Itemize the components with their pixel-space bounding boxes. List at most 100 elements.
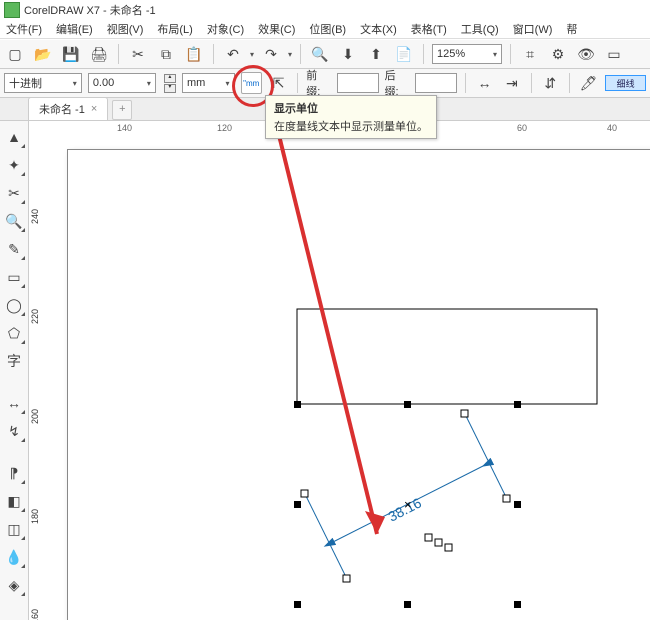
dimension-node[interactable] [461, 410, 468, 417]
dimension-ext1 [305, 494, 347, 579]
text-tool[interactable]: 字 [4, 351, 24, 371]
text-position-button[interactable]: ↔ [474, 72, 495, 94]
selection-handle[interactable] [404, 401, 411, 408]
canvas-area: 140120100806040 240220200180160 [29, 121, 650, 620]
publish-button[interactable]: 📄 [393, 43, 415, 65]
freehand-tool[interactable]: ✎ [4, 239, 24, 259]
snap-button[interactable]: ⌗ [519, 43, 541, 65]
add-tab-button[interactable]: + [112, 100, 132, 120]
polygon-tool[interactable]: ⬠ [4, 323, 24, 343]
tab-label: 未命名 -1 [39, 101, 85, 117]
menu-text[interactable]: 文本(X) [360, 21, 397, 37]
precision-combo[interactable]: 0.00▾ [88, 73, 156, 93]
undo-dropdown[interactable]: ▾ [250, 50, 254, 59]
dimension-node[interactable] [301, 490, 308, 497]
options-button[interactable]: ⚙ [547, 43, 569, 65]
publish-icon: 📄 [395, 46, 412, 63]
outline-tool[interactable]: ◫ [4, 519, 24, 539]
outline-pen-button[interactable]: 🖊 [578, 72, 599, 94]
copy-button[interactable]: ⧉ [155, 43, 177, 65]
selection-handle[interactable] [514, 401, 521, 408]
outline-width-combo[interactable]: 细线 [605, 75, 646, 91]
redo-dropdown[interactable]: ▾ [288, 50, 292, 59]
save-button[interactable]: 💾 [60, 43, 82, 65]
precision-spinner[interactable]: ▴▾ [164, 74, 176, 93]
zoom-value: 125% [437, 48, 465, 60]
eyedropper-icon: ⁋ [10, 465, 19, 482]
menu-help[interactable]: 帮 [566, 21, 577, 37]
cut-icon: ✂ [132, 46, 144, 63]
selection-handle[interactable] [514, 601, 521, 608]
dimension-node[interactable] [445, 544, 452, 551]
document-tab[interactable]: 未命名 -1 × [28, 97, 108, 120]
view-button[interactable]: 👁 [575, 43, 597, 65]
vertical-ruler[interactable]: 240220200180160 [29, 139, 48, 620]
menu-table[interactable]: 表格(T) [411, 21, 447, 37]
cursor-icon: ▲ [7, 129, 21, 145]
print-button[interactable]: 🖨 [88, 43, 110, 65]
paste-button[interactable]: 📋 [183, 43, 205, 65]
text-pos-icon: ↔ [478, 75, 492, 91]
unit-combo[interactable]: mm▾ [182, 73, 235, 93]
pick-tool[interactable]: ▲ [4, 127, 24, 147]
selection-handle[interactable] [294, 401, 301, 408]
fill-tool[interactable]: ◧ [4, 491, 24, 511]
dimension-style-combo[interactable]: 十进制▾ [4, 73, 82, 93]
prefix-input[interactable] [337, 73, 379, 93]
extension-button[interactable]: ⇥ [501, 72, 522, 94]
zoom-tool[interactable]: 🔍 [4, 211, 24, 231]
ruler-corner[interactable] [29, 121, 48, 140]
dimension-node[interactable] [343, 575, 350, 582]
connector-tool[interactable]: ↯ [4, 421, 24, 441]
export-button[interactable]: ⬆ [365, 43, 387, 65]
menu-object[interactable]: 对象(C) [207, 21, 244, 37]
dim-opts-icon: ⇵ [544, 75, 556, 92]
gear-icon: ⚙ [552, 46, 565, 63]
search-button[interactable]: 🔍 [309, 43, 331, 65]
undo-button[interactable]: ↶ [222, 43, 244, 65]
menu-edit[interactable]: 编辑(E) [56, 21, 93, 37]
dimension-node[interactable] [425, 534, 432, 541]
menu-view[interactable]: 视图(V) [107, 21, 144, 37]
dynamic-dim-button[interactable]: ⇱ [268, 72, 289, 94]
launch-button[interactable]: ▭ [603, 43, 625, 65]
suffix-input[interactable] [415, 73, 457, 93]
crop-tool[interactable]: ✂ [4, 183, 24, 203]
menu-effect[interactable]: 效果(C) [258, 21, 295, 37]
zoom-combo[interactable]: 125%▾ [432, 44, 502, 64]
selection-handle[interactable] [404, 601, 411, 608]
rectangle-tool[interactable]: ▭ [4, 267, 24, 287]
save-icon: 💾 [62, 46, 79, 63]
selection-handle[interactable] [294, 501, 301, 508]
redo-button[interactable]: ↷ [260, 43, 282, 65]
unit-value: mm [187, 77, 205, 89]
menu-window[interactable]: 窗口(W) [513, 21, 553, 37]
open-button[interactable]: 📂 [32, 43, 54, 65]
show-units-button[interactable]: "mm [241, 72, 262, 94]
new-button[interactable]: ▢ [4, 43, 26, 65]
menu-layout[interactable]: 布局(L) [157, 21, 192, 37]
rect-icon: ▭ [7, 269, 20, 286]
ellipse-tool[interactable]: ◯ [4, 295, 24, 315]
freehand-icon: ✎ [8, 241, 20, 258]
snap-icon: ⌗ [526, 46, 534, 63]
selection-handle[interactable] [514, 501, 521, 508]
eyedropper-tool[interactable]: ⁋ [4, 463, 24, 483]
cut-button[interactable]: ✂ [127, 43, 149, 65]
menu-bitmap[interactable]: 位图(B) [309, 21, 346, 37]
crop-icon: ✂ [8, 185, 20, 202]
close-icon[interactable]: × [91, 103, 97, 115]
dimension-node[interactable] [503, 495, 510, 502]
menu-tools[interactable]: 工具(Q) [461, 21, 499, 37]
menu-file[interactable]: 文件(F) [6, 21, 42, 37]
dimension-node[interactable] [435, 539, 442, 546]
selection-handle[interactable] [294, 601, 301, 608]
dim-opts-button[interactable]: ⇵ [540, 72, 561, 94]
canvas[interactable]: 38.16 × [47, 139, 650, 620]
import-button[interactable]: ⬇ [337, 43, 359, 65]
shape-tool[interactable]: ✦ [4, 155, 24, 175]
drop-tool[interactable]: 💧 [4, 547, 24, 567]
show-units-icon: "mm [243, 79, 259, 88]
mesh-tool[interactable]: ◈ [4, 575, 24, 595]
dimension-tool[interactable]: ↔ [4, 393, 24, 413]
